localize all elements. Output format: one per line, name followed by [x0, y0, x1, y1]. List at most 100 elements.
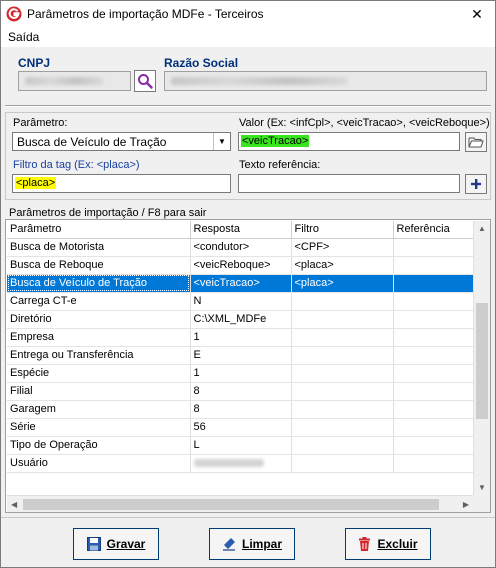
cell-referencia: [393, 292, 478, 311]
cell-parametro: Usuário: [7, 454, 191, 473]
cell-resposta: 1: [190, 364, 292, 383]
scroll-up-icon[interactable]: ▲: [478, 224, 486, 233]
column-header-parametro[interactable]: Parâmetro: [7, 221, 191, 239]
cell-parametro: Busca de Veículo de Tração: [7, 274, 191, 293]
cnpj-field[interactable]: [18, 71, 131, 91]
cell-resposta: L: [190, 436, 292, 455]
cell-parametro: Espécie: [7, 364, 191, 383]
cnpj-label: CNPJ: [18, 56, 51, 70]
table-header-row: Parâmetro Resposta Filtro Referência: [7, 221, 478, 239]
open-folder-button[interactable]: [465, 132, 487, 152]
cell-parametro: Carrega CT-e: [7, 292, 191, 311]
parameters-table: Parâmetro Resposta Filtro Referência Bus…: [7, 221, 478, 473]
table-row[interactable]: Espécie 1: [7, 364, 478, 383]
table-row-selected[interactable]: Busca de Veículo de Tração <veicTracao> <p…: [7, 274, 478, 293]
search-button[interactable]: [134, 70, 156, 92]
table-row[interactable]: Série 56: [7, 418, 478, 437]
cell-filtro: [291, 436, 394, 455]
gravar-button[interactable]: Gravar: [73, 528, 159, 560]
cell-referencia: [393, 310, 478, 329]
razao-social-field[interactable]: [164, 71, 487, 91]
cell-parametro: Tipo de Operação: [7, 436, 191, 455]
column-header-referencia[interactable]: Referência: [393, 221, 478, 239]
menu-bar: Saída: [1, 27, 495, 47]
excluir-button-label: Excluir: [377, 537, 418, 551]
cell-referencia: [393, 328, 478, 347]
vertical-scrollbar[interactable]: ▲ ▼: [473, 221, 490, 495]
table-row[interactable]: Busca de Reboque <veicReboque> <placa>: [7, 256, 478, 275]
table-row[interactable]: Entrega ou Transferência E: [7, 346, 478, 365]
cell-referencia: [393, 436, 478, 455]
plus-icon: [471, 179, 481, 189]
texto-referencia-label: Texto referência:: [239, 159, 321, 171]
scroll-corner: [473, 495, 490, 512]
cell-filtro: [291, 346, 394, 365]
cell-filtro: [291, 382, 394, 401]
parametro-select[interactable]: Busca de Veículo de Tração ▼: [12, 132, 231, 151]
parameters-grid: Parâmetro Resposta Filtro Referência Bus…: [5, 219, 491, 513]
cell-resposta: N: [190, 292, 292, 311]
table-row[interactable]: Usuário: [7, 454, 478, 473]
parametro-select-value: Busca de Veículo de Tração: [17, 135, 167, 149]
cell-resposta: 8: [190, 382, 292, 401]
menu-item-saida[interactable]: Saída: [8, 30, 39, 44]
cell-referencia: [393, 256, 478, 275]
cell-referencia: [393, 346, 478, 365]
valor-input[interactable]: <veicTracao>: [238, 132, 460, 151]
header-divider: [5, 105, 491, 107]
scroll-right-icon[interactable]: ▶: [463, 500, 469, 509]
cell-resposta: C:\XML_MDFe: [190, 310, 292, 329]
add-button[interactable]: [465, 174, 487, 194]
table-row[interactable]: Empresa 1: [7, 328, 478, 347]
cell-parametro: Busca de Motorista: [7, 238, 191, 257]
cell-parametro: Empresa: [7, 328, 191, 347]
close-button[interactable]: ✕: [459, 1, 495, 27]
scroll-down-icon[interactable]: ▼: [478, 483, 486, 492]
cell-resposta: <veicTracao>: [190, 274, 292, 293]
filtro-input[interactable]: <placa>: [12, 174, 231, 193]
table-row[interactable]: Busca de Motorista <condutor> <CPF>: [7, 238, 478, 257]
column-header-filtro[interactable]: Filtro: [291, 221, 394, 239]
table-row[interactable]: Tipo de Operação L: [7, 436, 478, 455]
cell-filtro: [291, 418, 394, 437]
horizontal-scrollbar[interactable]: ◀ ▶: [7, 495, 473, 512]
razao-social-label: Razão Social: [164, 56, 239, 70]
grid-caption: Parâmetros de importação / F8 para sair: [7, 207, 209, 219]
texto-referencia-input[interactable]: [238, 174, 460, 193]
cell-filtro: [291, 292, 394, 311]
excluir-button[interactable]: Excluir: [345, 528, 431, 560]
cell-referencia: [393, 364, 478, 383]
cell-parametro: Busca de Reboque: [7, 256, 191, 275]
cell-resposta: <condutor>: [190, 238, 292, 257]
cell-referencia: [393, 418, 478, 437]
table-row[interactable]: Diretório C:\XML_MDFe: [7, 310, 478, 329]
save-icon: [86, 537, 101, 551]
cell-resposta: 56: [190, 418, 292, 437]
cell-resposta: [190, 454, 292, 473]
cell-referencia: [393, 238, 478, 257]
cell-resposta: 1: [190, 328, 292, 347]
vertical-scroll-thumb[interactable]: [476, 303, 488, 419]
scroll-left-icon[interactable]: ◀: [11, 500, 17, 509]
column-header-resposta[interactable]: Resposta: [190, 221, 292, 239]
horizontal-scroll-thumb[interactable]: [23, 499, 439, 510]
title-bar: Parâmetros de importação MDFe - Terceiro…: [1, 1, 495, 27]
cell-parametro: Entrega ou Transferência: [7, 346, 191, 365]
table-row[interactable]: Filial 8: [7, 382, 478, 401]
cell-resposta: 8: [190, 400, 292, 419]
cell-parametro: Série: [7, 418, 191, 437]
cell-parametro: Filial: [7, 382, 191, 401]
cell-filtro: [291, 310, 394, 329]
cell-filtro: [291, 328, 394, 347]
cell-filtro: <placa>: [291, 256, 394, 275]
table-row[interactable]: Carrega CT-e N: [7, 292, 478, 311]
table-row[interactable]: Garagem 8: [7, 400, 478, 419]
main-window: Parâmetros de importação MDFe - Terceiro…: [0, 0, 496, 568]
search-icon: [138, 74, 153, 89]
limpar-button[interactable]: Limpar: [209, 528, 295, 560]
cell-referencia: [393, 382, 478, 401]
valor-label: Valor (Ex: <infCpl>, <veicTracao>, <veic…: [239, 117, 490, 129]
filtro-input-value: <placa>: [15, 177, 57, 189]
limpar-button-label: Limpar: [241, 537, 282, 551]
cell-referencia: [393, 400, 478, 419]
